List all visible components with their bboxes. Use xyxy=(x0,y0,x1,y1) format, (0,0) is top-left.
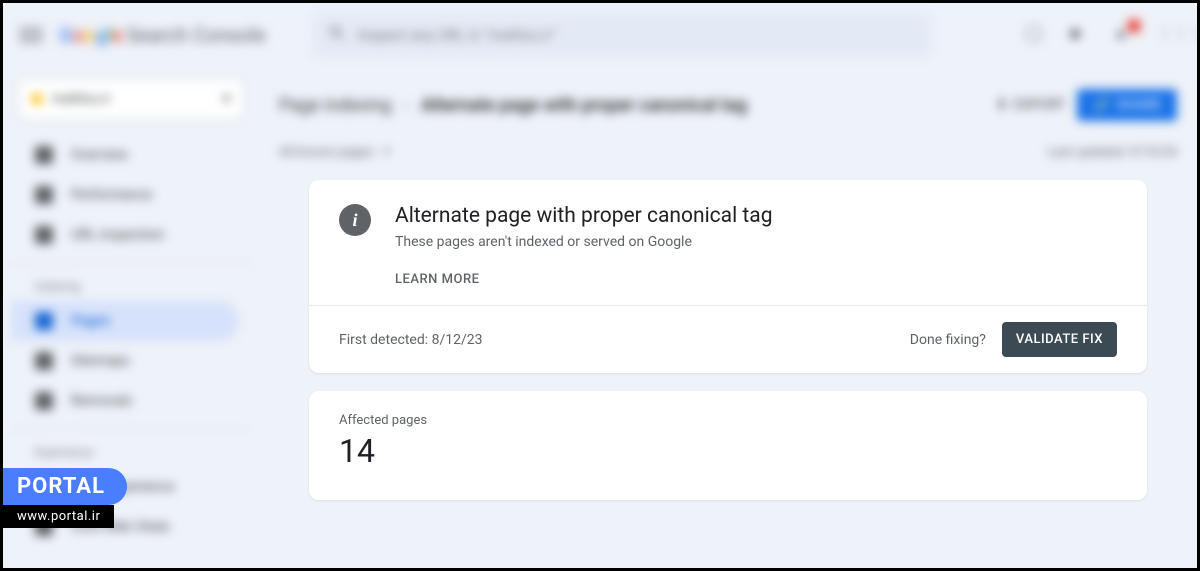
sidebar-item-label: URL inspection xyxy=(71,227,164,243)
removals-icon xyxy=(35,392,53,410)
google-logo: Google Search Console xyxy=(59,23,266,47)
property-favicon xyxy=(32,94,42,104)
chevron-down-icon: ▾ xyxy=(223,91,230,107)
sitemaps-icon xyxy=(35,352,53,370)
breadcrumb-current: Alternate page with proper canonical tag xyxy=(421,95,747,116)
divider xyxy=(11,429,251,430)
export-button[interactable]: ⬇EXPORT xyxy=(996,97,1065,113)
breadcrumb-actions: ⬇EXPORT 🔗SHARE xyxy=(996,89,1177,121)
affected-pages-card: Affected pages 14 xyxy=(309,391,1147,500)
pages-icon xyxy=(35,312,53,330)
chevron-right-icon: › xyxy=(404,95,409,116)
sidebar-item-pages[interactable]: Pages xyxy=(11,301,239,341)
sidebar-item-label: Overview xyxy=(71,147,128,163)
validate-group: Done fixing? VALIDATE FIX xyxy=(910,322,1117,357)
section-label-indexing: Indexing xyxy=(11,272,251,301)
filter-dropdown[interactable]: All known pages ▼ xyxy=(279,145,392,160)
overview-icon xyxy=(35,146,53,164)
product-name: Search Console xyxy=(127,23,266,47)
issue-card-header: i Alternate page with proper canonical t… xyxy=(309,180,1147,305)
sidebar-item-url-inspection[interactable]: URL inspection xyxy=(11,215,239,255)
breadcrumb: Page indexing › Alternate page with prop… xyxy=(279,95,747,116)
notification-badge xyxy=(1127,19,1141,33)
sidebar-item-performance[interactable]: Performance xyxy=(11,175,239,215)
hamburger-icon[interactable] xyxy=(19,23,43,47)
first-detected: First detected: 8/12/23 xyxy=(339,332,483,348)
property-name: mahlou.ir xyxy=(52,91,111,107)
sidebar-item-label: Removals xyxy=(71,393,132,409)
issue-card-footer: First detected: 8/12/23 Done fixing? VAL… xyxy=(309,306,1147,373)
sidebar-item-label: Sitemaps xyxy=(71,353,130,369)
notifications-icon[interactable]: ▲ xyxy=(1113,23,1137,47)
sidebar-item-label: Performance xyxy=(71,187,152,203)
learn-more-link[interactable]: LEARN MORE xyxy=(395,272,773,287)
issue-subtitle: These pages aren't indexed or served on … xyxy=(395,234,773,250)
share-button[interactable]: 🔗SHARE xyxy=(1077,89,1177,121)
breadcrumb-row: Page indexing › Alternate page with prop… xyxy=(279,83,1177,127)
validate-fix-button[interactable]: VALIDATE FIX xyxy=(1002,322,1117,357)
watermark-brand: PORTAL xyxy=(3,468,127,505)
performance-icon xyxy=(35,186,53,204)
inspect-icon xyxy=(35,226,53,244)
issue-card: i Alternate page with proper canonical t… xyxy=(309,180,1147,373)
share-icon: 🔗 xyxy=(1093,97,1110,113)
download-icon: ⬇ xyxy=(996,97,1008,113)
breadcrumb-parent[interactable]: Page indexing xyxy=(279,95,392,116)
sidebar-item-label: Pages xyxy=(71,313,110,329)
search-icon xyxy=(328,24,346,46)
search-input[interactable] xyxy=(358,26,916,44)
people-icon[interactable]: ◆ xyxy=(1069,23,1093,47)
issue-title: Alternate page with proper canonical tag xyxy=(395,204,773,228)
caret-down-icon: ▼ xyxy=(382,147,392,158)
property-selector[interactable]: mahlou.ir ▾ xyxy=(19,79,243,119)
filter-label: All known pages xyxy=(279,145,374,160)
apps-icon[interactable]: ⋮⋮⋮ xyxy=(1157,23,1181,47)
url-inspect-search[interactable] xyxy=(312,13,932,57)
header-actions: ◯ ◆ ▲ ⋮⋮⋮ xyxy=(1025,23,1181,47)
main-content: Page indexing › Alternate page with prop… xyxy=(259,67,1197,568)
watermark-overlay: PORTAL www.portal.ir xyxy=(3,468,127,528)
info-icon: i xyxy=(339,204,371,236)
app-header: Google Search Console ◯ ◆ ▲ ⋮⋮⋮ xyxy=(3,3,1197,67)
done-fixing-label: Done fixing? xyxy=(910,332,986,348)
sidebar-item-removals[interactable]: Removals xyxy=(11,381,239,421)
divider xyxy=(11,263,251,264)
last-updated: Last updated: 9/10/24 xyxy=(1048,145,1177,160)
affected-pages-label: Affected pages xyxy=(339,413,1117,428)
filter-row: All known pages ▼ Last updated: 9/10/24 xyxy=(279,145,1177,160)
watermark-url: www.portal.ir xyxy=(3,505,114,528)
sidebar-item-overview[interactable]: Overview xyxy=(11,135,239,175)
section-label-experience: Experience xyxy=(11,438,251,467)
sidebar-item-sitemaps[interactable]: Sitemaps xyxy=(11,341,239,381)
help-icon[interactable]: ◯ xyxy=(1025,23,1049,47)
affected-pages-count: 14 xyxy=(339,432,1117,470)
